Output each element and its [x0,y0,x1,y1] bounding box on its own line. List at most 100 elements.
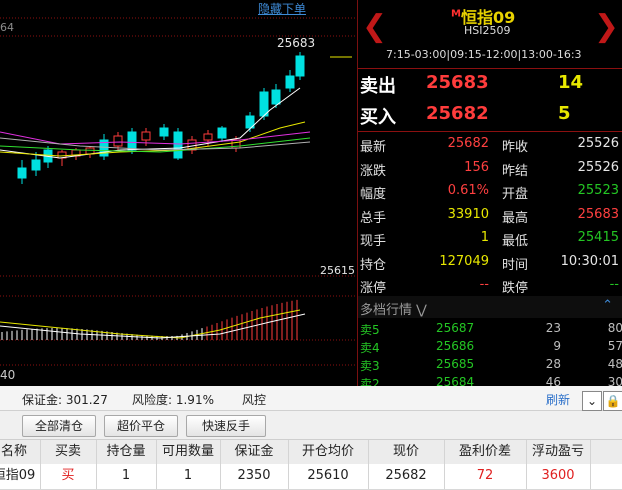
stat-value: 33910 [447,206,489,222]
depth-level: 卖4 [360,341,380,355]
candle-body [113,135,123,147]
depth-count: 80 [607,321,622,335]
candle-body [203,133,213,141]
quote-stat-row: 最新 25682 昨收 25526 [358,133,622,155]
column-header[interactable]: 名称 [0,440,41,464]
stat-value: 1 [480,230,489,245]
table-cell: 25610 [288,464,369,489]
column-header[interactable]: 可用数量 [156,440,221,464]
positions-table-header: 名称 买卖 持仓量 可用数量 保证金 开仓均价 现价 盈利价差 浮动盈亏 [0,439,622,465]
quote-stat-row: 涨跌 156 昨结 25526 [358,157,622,179]
column-header[interactable]: 盈利价差 [444,440,527,464]
stat-label: 涨跌 [360,163,387,179]
risk-control-label: 风控 [242,393,267,407]
account-info-bar: 保证金: 301.27 风险度: 1.91% 风控 刷新 ⌄ 🔒 [0,386,622,411]
chevron-right-icon[interactable]: ❯ [594,12,619,42]
margin-label: 保证金: 301.27 [22,393,108,407]
refresh-button[interactable]: 刷新 [546,391,570,408]
depth-volume: 28 [545,357,561,371]
table-cell: 恒指09 [0,464,41,489]
bid-row[interactable]: 买入 25682 5 [358,101,622,131]
bid-price: 25682 [426,103,489,124]
candle-body [141,131,151,141]
stat-value: 10:30:01 [560,253,619,269]
close-all-button[interactable]: 全部清仓 [22,415,96,437]
candle-body [173,131,183,159]
chevron-down-icon[interactable]: ⌄ [582,391,602,411]
trading-session: 7:15-03:00|09:15-12:00|13:00-16:3 [386,48,582,61]
candle-body [85,147,95,155]
quick-reverse-button[interactable]: 快速反手 [186,415,266,437]
stat-value: -- [479,277,489,292]
stat-label: 总手 [360,210,387,226]
chart-bottom-number: 40 [0,368,16,382]
order-panel: 保证金: 301.27 风险度: 1.91% 风控 刷新 ⌄ 🔒 全部清仓 超价… [0,386,622,490]
stat-value: 25683 [577,206,619,222]
stat-value: 25523 [577,183,619,198]
quote-header: ❮ M恒指09 HSI2509 ❯ 7:15-03:00|09:15-12:00… [358,0,622,68]
candle-body [295,55,305,77]
stat-label: 持仓 [360,257,387,273]
chevron-up-icon[interactable]: ⌃ [602,298,613,313]
table-cell: 1 [96,464,157,489]
risk-label: 风险度: 1.91% [132,393,214,407]
contract-code: HSI2509 [464,24,511,37]
column-header[interactable]: 买卖 [40,440,97,464]
quote-stat-row: 现手 1 最低 25415 [358,227,622,249]
ma-line-white [0,87,301,159]
depth-price: 25686 [436,339,475,353]
depth-row[interactable]: 卖4 25686 9 57 [358,338,622,356]
candle-body [285,75,295,89]
depth-header[interactable]: 多档行情 ⋁ ⌃ [358,296,622,318]
stat-label: 最高 [502,210,529,226]
column-header[interactable]: 开仓均价 [288,440,369,464]
depth-row[interactable]: 卖3 25685 28 48 [358,356,622,374]
column-header[interactable]: 浮动盈亏 [526,440,591,464]
action-button-bar: 全部清仓 超价平仓 快速反手 [0,413,622,437]
quote-stat-row: 涨停 -- 跌停 -- [358,274,622,296]
stat-label: 涨停 [360,281,387,296]
depth-price: 25685 [436,357,475,371]
lock-icon[interactable]: 🔒 [603,391,622,411]
stat-value: 0.61% [447,183,489,198]
candle-body [17,167,27,179]
depth-price: 25687 [436,321,475,335]
table-cell: 25682 [368,464,445,489]
quote-stat-row: 总手 33910 最高 25683 [358,204,622,226]
stat-value: 25526 [577,159,619,175]
candle-body [217,127,227,139]
close-over-price-button[interactable]: 超价平仓 [104,415,178,437]
column-header[interactable]: 保证金 [220,440,289,464]
depth-volume: 23 [545,321,561,335]
column-header[interactable]: 持仓量 [96,440,157,464]
chart-top-number: 64 [0,21,14,34]
chevron-left-icon[interactable]: ❮ [362,12,387,42]
table-cell: 1 [156,464,221,489]
oscillator-line-yellow [0,309,301,339]
quote-panel: ❮ M恒指09 HSI2509 ❯ 7:15-03:00|09:15-12:00… [357,0,622,391]
ask-row[interactable]: 卖出 25683 14 [358,70,622,100]
table-row[interactable]: 恒指09买1123502561025682723600 [0,464,622,490]
ask-volume: 14 [558,72,584,93]
contract-marker: M [451,8,461,20]
stat-label: 幅度 [360,187,387,202]
stat-label: 最新 [360,140,387,155]
candle-body [159,127,169,137]
column-header[interactable]: 现价 [368,440,445,464]
stat-label: 开盘 [502,187,529,202]
table-cell: 2350 [220,464,289,489]
depth-row[interactable]: 卖5 25687 23 80 [358,320,622,338]
stat-value: 25415 [577,230,619,245]
quote-stat-row: 持仓 127049 时间 10:30:01 [358,251,622,273]
kline-chart[interactable]: 隐藏下单 64 25683 25615 40 [0,0,357,386]
stat-label: 现手 [360,234,387,249]
stat-value: 127049 [439,253,489,269]
table-cell: 买 [40,464,97,489]
table-cell: 72 [444,464,527,489]
stat-label: 时间 [502,257,529,273]
depth-title: 多档行情 ⋁ [360,299,427,318]
depth-count: 57 [607,339,622,353]
hide-order-link[interactable]: 隐藏下单 [258,0,306,17]
chart-low-label: 25615 [320,264,355,277]
bid-volume: 5 [558,103,571,124]
